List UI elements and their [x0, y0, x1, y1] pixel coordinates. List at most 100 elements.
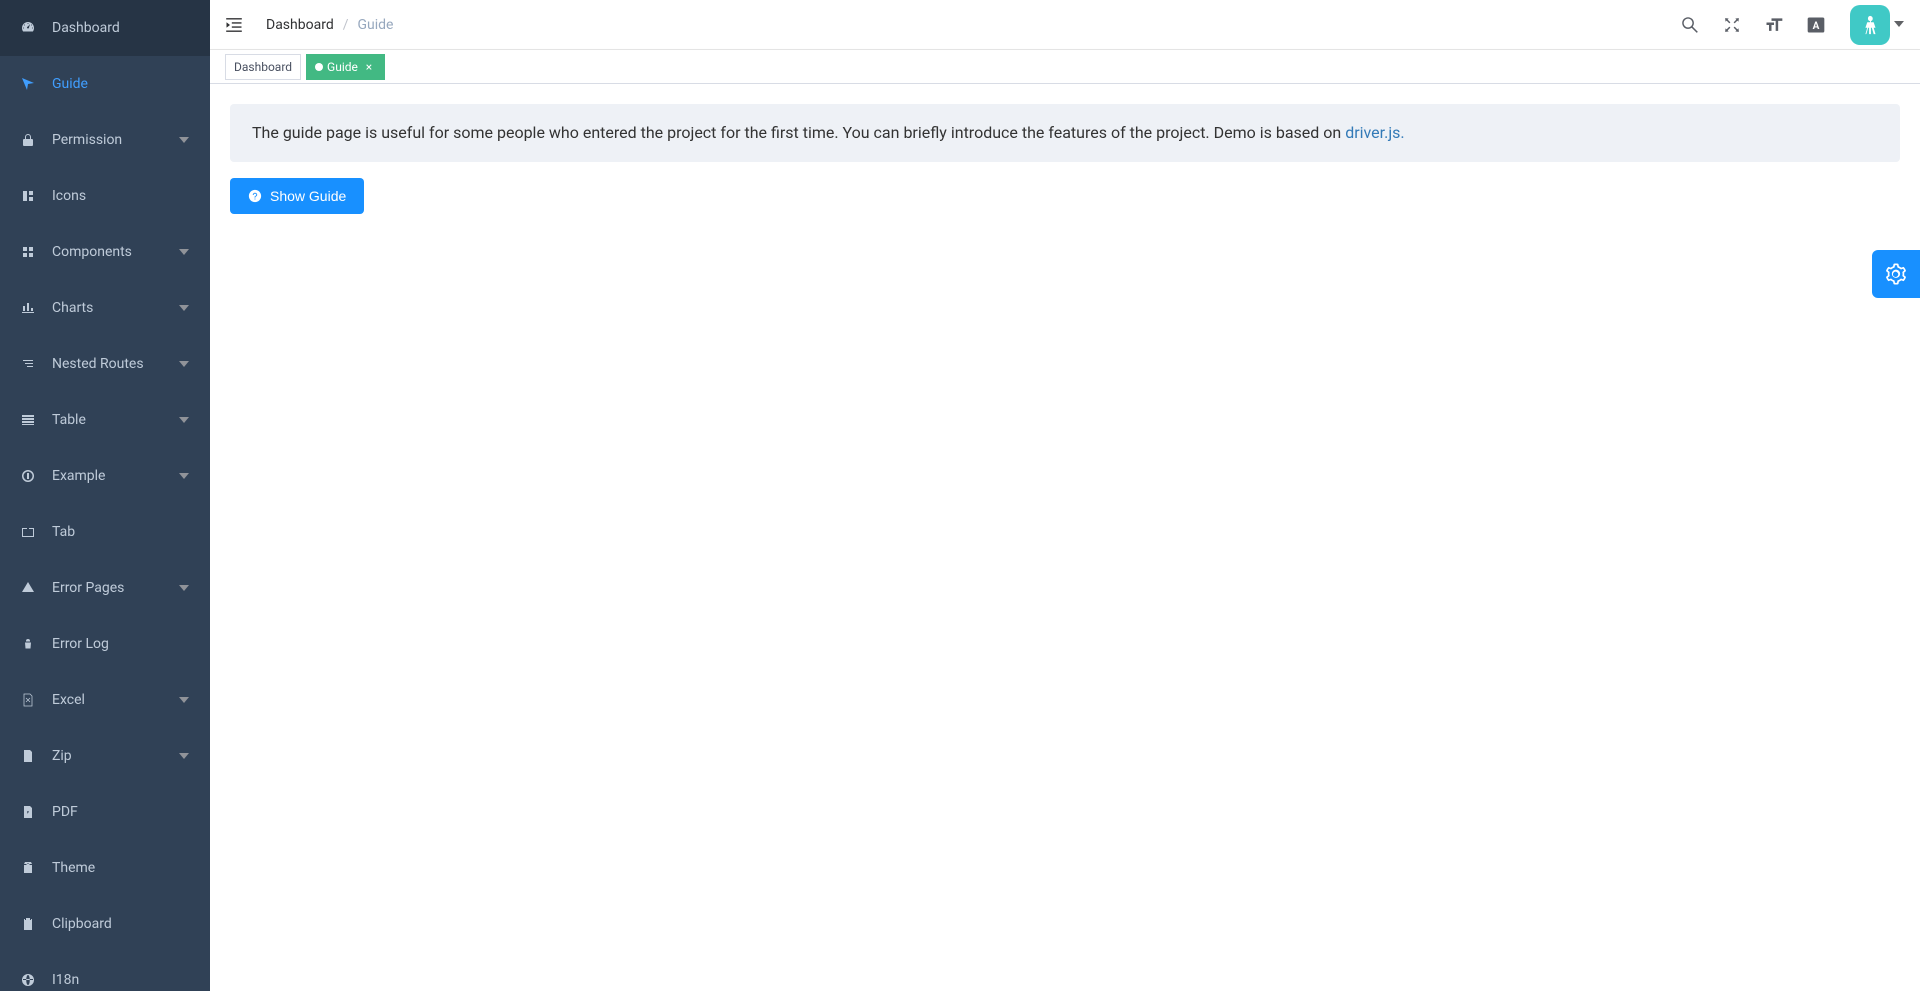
hamburger-toggle[interactable]	[210, 0, 258, 50]
breadcrumb-separator: /	[343, 17, 349, 33]
sidebar-item-label: PDF	[52, 804, 190, 820]
page-content: The guide page is useful for some people…	[210, 84, 1920, 991]
show-guide-label: Show Guide	[270, 188, 346, 204]
example-icon	[20, 468, 36, 484]
guide-callout: The guide page is useful for some people…	[230, 104, 1900, 162]
sidebar-item-label: Table	[52, 412, 178, 428]
components-icon	[20, 244, 36, 260]
sidebar-item-pdf[interactable]: P PDF	[0, 784, 210, 840]
lock-icon	[20, 132, 36, 148]
chevron-down-icon	[178, 358, 190, 370]
question-circle-icon	[248, 189, 262, 203]
sidebar-item-error-log[interactable]: Error Log	[0, 616, 210, 672]
icons-icon	[20, 188, 36, 204]
sidebar-item-permission[interactable]: Permission	[0, 112, 210, 168]
sidebar-item-label: Example	[52, 468, 178, 484]
charts-icon	[20, 300, 36, 316]
sidebar-item-tab[interactable]: Tab	[0, 504, 210, 560]
chevron-down-icon	[178, 750, 190, 762]
tab-label: Guide	[327, 60, 358, 74]
error-log-icon	[20, 636, 36, 652]
sidebar-item-label: Permission	[52, 132, 178, 148]
tab-dashboard[interactable]: Dashboard	[225, 54, 301, 80]
sidebar-item-nested-routes[interactable]: Nested Routes	[0, 336, 210, 392]
driverjs-link[interactable]: driver.js.	[1345, 123, 1404, 142]
font-size-button[interactable]	[1760, 11, 1788, 39]
language-icon: A	[1806, 15, 1826, 35]
pdf-icon: P	[20, 804, 36, 820]
chevron-down-icon	[178, 694, 190, 706]
hamburger-icon	[224, 15, 244, 35]
sidebar-item-label: Dashboard	[52, 20, 190, 36]
caret-down-icon	[1894, 17, 1904, 33]
chevron-down-icon	[178, 302, 190, 314]
tab-guide[interactable]: Guide ×	[306, 54, 385, 80]
sidebar-item-i18n[interactable]: I18n	[0, 952, 210, 991]
sidebar-item-zip[interactable]: Zip	[0, 728, 210, 784]
sidebar-item-label: Error Log	[52, 636, 190, 652]
sidebar-item-table[interactable]: Table	[0, 392, 210, 448]
sidebar-item-clipboard[interactable]: Clipboard	[0, 896, 210, 952]
table-icon	[20, 412, 36, 428]
tab-icon	[20, 524, 36, 540]
sidebar: Dashboard Guide Permission Icons Components C…	[0, 0, 210, 991]
callout-text: The guide page is useful for some people…	[252, 123, 1345, 142]
sidebar-item-theme[interactable]: Theme	[0, 840, 210, 896]
sidebar-item-example[interactable]: Example	[0, 448, 210, 504]
theme-icon	[20, 860, 36, 876]
i18n-icon	[20, 972, 36, 988]
breadcrumb-item-current: Guide	[358, 17, 394, 33]
avatar	[1850, 5, 1890, 45]
gear-icon	[1884, 262, 1908, 286]
svg-text:A: A	[1813, 21, 1820, 32]
fullscreen-button[interactable]	[1718, 11, 1746, 39]
close-icon[interactable]: ×	[362, 60, 376, 74]
sidebar-item-label: Guide	[52, 76, 190, 92]
sidebar-item-dashboard[interactable]: Dashboard	[0, 0, 210, 56]
sidebar-item-error-pages[interactable]: Error Pages	[0, 560, 210, 616]
sidebar-item-label: I18n	[52, 972, 190, 988]
sidebar-item-label: Nested Routes	[52, 356, 178, 372]
sidebar-item-guide[interactable]: Guide	[0, 56, 210, 112]
sidebar-item-icons[interactable]: Icons	[0, 168, 210, 224]
dashboard-icon	[20, 20, 36, 36]
chevron-down-icon	[178, 582, 190, 594]
show-guide-button[interactable]: Show Guide	[230, 178, 364, 214]
search-icon	[1680, 15, 1700, 35]
chevron-down-icon	[178, 470, 190, 482]
excel-icon	[20, 692, 36, 708]
navbar-right: A	[1676, 5, 1904, 45]
search-button[interactable]	[1676, 11, 1704, 39]
chevron-down-icon	[178, 246, 190, 258]
sidebar-item-label: Error Pages	[52, 580, 178, 596]
sidebar-item-label: Icons	[52, 188, 190, 204]
navbar: Dashboard / Guide A	[210, 0, 1920, 50]
chevron-down-icon	[178, 414, 190, 426]
error-pages-icon	[20, 580, 36, 596]
avatar-icon	[1859, 14, 1881, 36]
clipboard-icon	[20, 916, 36, 932]
sidebar-item-label: Zip	[52, 748, 178, 764]
sidebar-item-excel[interactable]: Excel	[0, 672, 210, 728]
sidebar-item-label: Excel	[52, 692, 178, 708]
zip-icon	[20, 748, 36, 764]
sidebar-item-label: Theme	[52, 860, 190, 876]
user-menu[interactable]	[1850, 5, 1904, 45]
guide-icon	[20, 76, 36, 92]
language-button[interactable]: A	[1802, 11, 1830, 39]
nested-icon	[20, 356, 36, 372]
settings-drawer-toggle[interactable]	[1872, 250, 1920, 298]
main: Dashboard / Guide A Da	[210, 0, 1920, 991]
sidebar-item-components[interactable]: Components	[0, 224, 210, 280]
fullscreen-icon	[1722, 15, 1742, 35]
breadcrumb: Dashboard / Guide	[266, 17, 393, 33]
sidebar-item-label: Clipboard	[52, 916, 190, 932]
breadcrumb-item[interactable]: Dashboard	[266, 17, 334, 33]
chevron-down-icon	[178, 134, 190, 146]
sidebar-item-charts[interactable]: Charts	[0, 280, 210, 336]
active-dot-icon	[315, 63, 323, 71]
font-size-icon	[1764, 15, 1784, 35]
tags-view: Dashboard Guide ×	[210, 50, 1920, 84]
sidebar-item-label: Components	[52, 244, 178, 260]
sidebar-item-label: Charts	[52, 300, 178, 316]
